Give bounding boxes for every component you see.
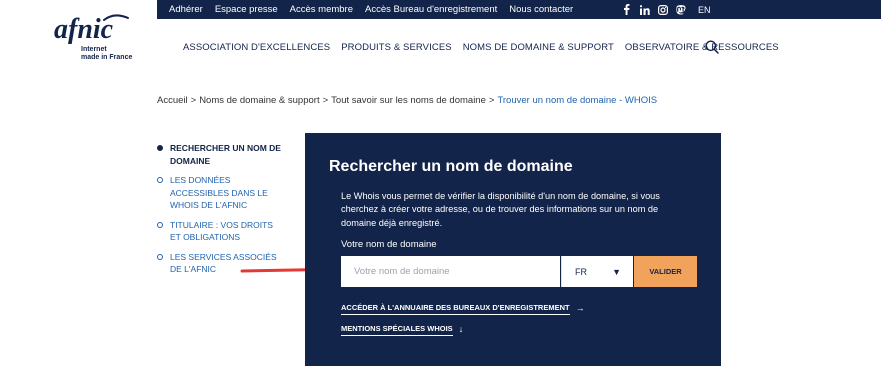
arrow-down-icon: ↓ — [458, 324, 464, 334]
domain-search-input[interactable] — [341, 256, 560, 287]
afnic-logo[interactable]: afnic Internet made in France — [52, 14, 142, 66]
arrow-right-icon: → — [575, 303, 585, 313]
breadcrumb-current: Trouver un nom de domaine - WHOIS — [497, 95, 658, 106]
facebook-icon[interactable] — [621, 4, 632, 15]
tld-selected-value: FR — [575, 266, 587, 277]
social-links — [621, 0, 686, 19]
sidenav-item-label: RECHERCHER UN NOM DE DOMAINE — [170, 143, 281, 166]
sidenav-item-rechercher[interactable]: RECHERCHER UN NOM DE DOMAINE — [157, 142, 282, 167]
domain-field-label: Votre nom de domaine — [341, 239, 437, 250]
breadcrumb-accueil[interactable]: Accueil — [157, 95, 188, 106]
nav-produits-services[interactable]: PRODUITS & SERVICES — [341, 42, 451, 53]
panel-title: Rechercher un nom de domaine — [329, 158, 573, 175]
registrars-directory-link[interactable]: ACCÉDER À L'ANNUAIRE DES BUREAUX D'ENREG… — [341, 303, 585, 315]
top-utility-bar: Adhérer Espace presse Accès membre Accès… — [157, 0, 881, 19]
tld-select[interactable]: FR ▼ — [561, 256, 633, 287]
breadcrumb-separator: > — [488, 95, 495, 106]
sidenav-item-donnees[interactable]: LES DONNÉES ACCESSIBLES DANS LE WHOIS DE… — [157, 174, 282, 212]
utility-links: Adhérer Espace presse Accès membre Accès… — [169, 0, 573, 19]
sidenav-item-label: TITULAIRE : VOS DROITS ET OBLIGATIONS — [170, 219, 273, 243]
link-nous-contacter[interactable]: Nous contacter — [509, 4, 573, 15]
whois-mentions-link[interactable]: MENTIONS SPÉCIALES WHOIS ↓ — [341, 324, 464, 336]
caret-down-icon: ▼ — [612, 266, 621, 277]
bullet-icon — [157, 253, 163, 260]
bullet-icon — [157, 221, 163, 228]
mastodon-icon[interactable] — [675, 4, 686, 15]
breadcrumb-noms-domaine[interactable]: Noms de domaine & support — [199, 95, 319, 106]
registrars-link-label: ACCÉDER À L'ANNUAIRE DES BUREAUX D'ENREG… — [341, 303, 570, 315]
link-acces-membre[interactable]: Accès membre — [290, 4, 353, 15]
language-switch[interactable]: EN — [698, 0, 711, 19]
search-icon[interactable] — [705, 40, 719, 54]
linkedin-icon[interactable] — [639, 4, 650, 15]
link-espace-presse[interactable]: Espace presse — [215, 4, 278, 15]
sidenav-item-titulaire[interactable]: TITULAIRE : VOS DROITS ET OBLIGATIONS — [157, 219, 282, 244]
link-acces-bureau[interactable]: Accès Bureau d'enregistrement — [365, 4, 497, 15]
bullet-icon — [157, 145, 163, 151]
afnic-wordmark: afnic — [54, 14, 129, 45]
nav-noms-de-domaine[interactable]: NOMS DE DOMAINE & SUPPORT — [463, 42, 614, 53]
bullet-icon — [157, 177, 163, 183]
panel-description: Le Whois vous permet de vérifier la disp… — [341, 191, 660, 228]
validate-button[interactable]: VALIDER — [634, 256, 697, 287]
breadcrumb-tout-savoir[interactable]: Tout savoir sur les noms de domaine — [331, 95, 486, 106]
breadcrumb-separator: > — [190, 95, 197, 106]
nav-observatoire[interactable]: OBSERVATOIRE & RESSOURCES — [625, 42, 779, 53]
instagram-icon[interactable] — [657, 4, 668, 15]
mentions-link-label: MENTIONS SPÉCIALES WHOIS — [341, 324, 453, 336]
breadcrumb-separator: > — [322, 95, 329, 106]
link-adherer[interactable]: Adhérer — [169, 4, 203, 15]
main-nav: ASSOCIATION D'EXCELLENCES PRODUITS & SER… — [183, 38, 790, 56]
sidenav-item-label: LES DONNÉES ACCESSIBLES DANS LE WHOIS DE… — [170, 175, 268, 210]
logo-tagline: Internet made in France — [81, 46, 133, 61]
breadcrumb: Accueil > Noms de domaine & support > Tout s… — [157, 95, 657, 106]
nav-association[interactable]: ASSOCIATION D'EXCELLENCES — [183, 42, 330, 53]
whois-search-panel: Rechercher un nom de domaine Le Whois vo… — [305, 133, 721, 366]
